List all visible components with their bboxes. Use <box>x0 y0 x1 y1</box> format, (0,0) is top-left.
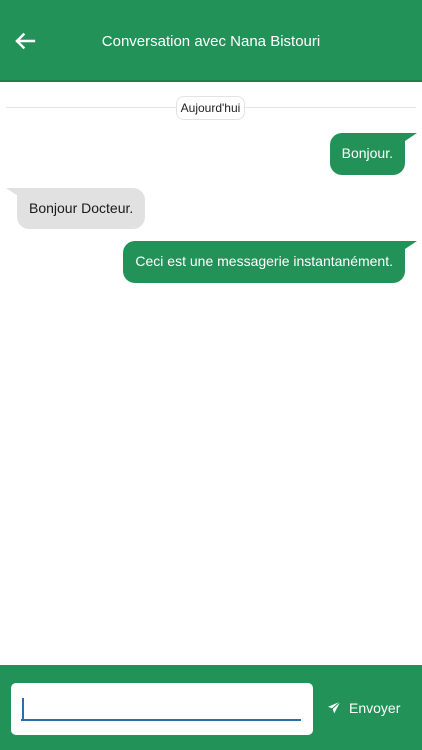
back-button[interactable] <box>10 26 40 56</box>
paper-plane-icon <box>325 699 343 716</box>
message-input[interactable] <box>21 693 301 721</box>
send-button[interactable]: Envoyer <box>325 691 411 725</box>
bubble-tail <box>405 133 417 141</box>
message-incoming[interactable]: Bonjour Docteur. <box>17 188 146 229</box>
app-header: Conversation avec Nana Bistouri <box>0 0 422 82</box>
text-cursor <box>22 698 24 720</box>
send-button-label: Envoyer <box>349 700 401 716</box>
message-input-container[interactable] <box>11 683 313 735</box>
message-outgoing[interactable]: Bonjour. <box>329 133 405 175</box>
message-outgoing[interactable]: Ceci est une messagerie instantanément. <box>123 241 405 283</box>
arrow-left-icon <box>15 32 36 50</box>
date-separator: Aujourd'hui <box>176 96 245 120</box>
bubble-tail <box>405 241 417 249</box>
message-list[interactable]: Aujourd'hui Bonjour. Bonjour Docteur. Ce… <box>0 82 422 665</box>
message-composer: Envoyer <box>0 665 422 750</box>
page-title: Conversation avec Nana Bistouri <box>101 33 321 50</box>
